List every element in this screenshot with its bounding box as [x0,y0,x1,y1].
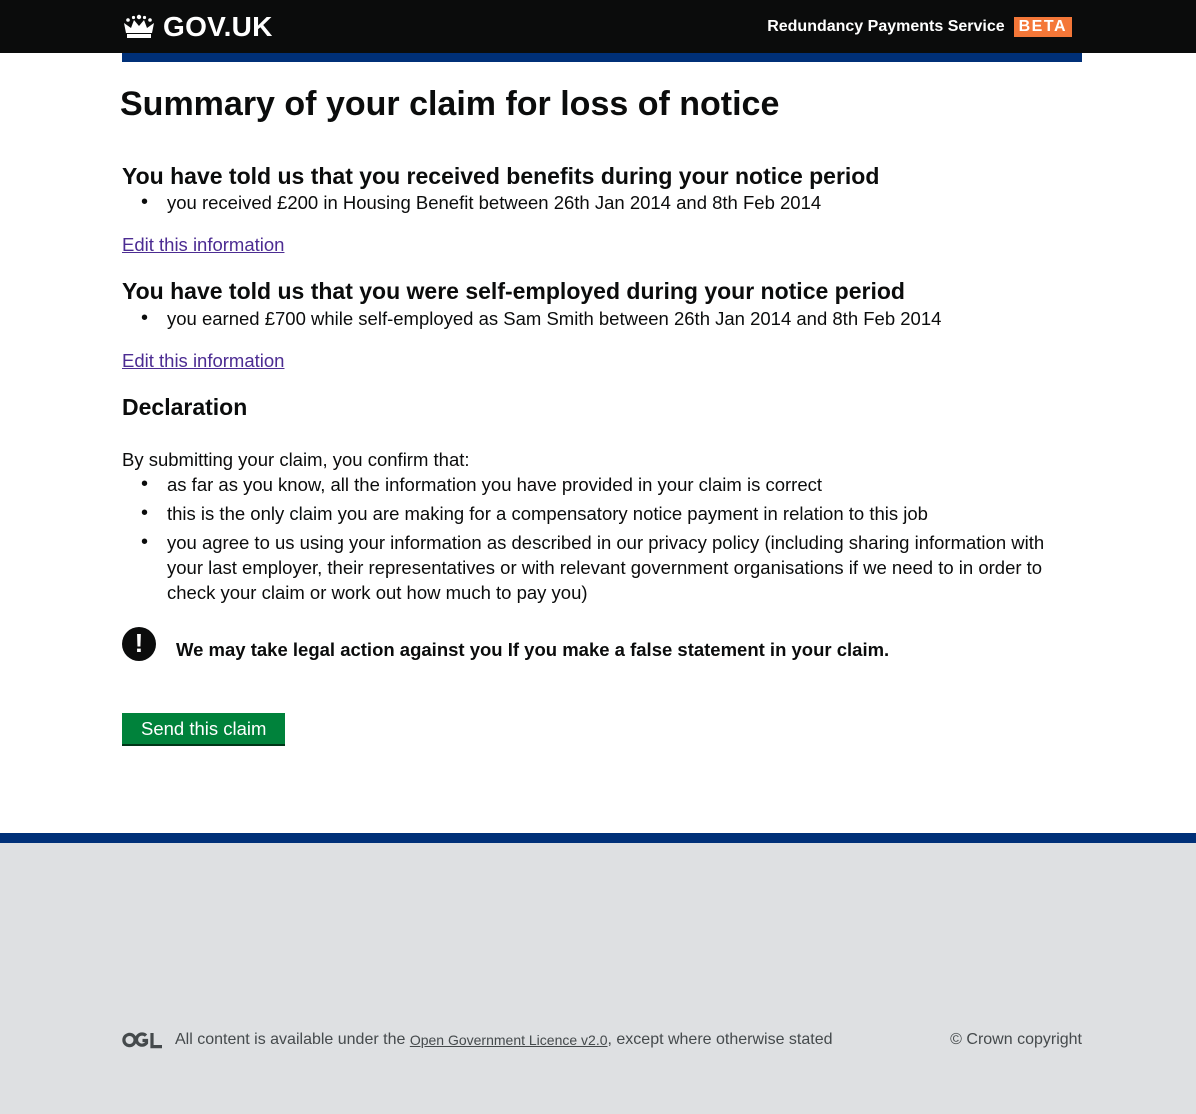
licence-link[interactable]: Open Government Licence v2.0 [410,1032,608,1048]
logo-text: GOV.UK [163,10,273,42]
edit-benefits-link[interactable]: Edit this information [122,234,284,256]
list-item: you received £200 in Housing Benefit bet… [122,190,1082,215]
site-footer: All content is available under the Open … [0,833,1196,1114]
declaration-heading: Declaration [122,393,248,420]
list-item: you earned £700 while self-employed as S… [122,306,1082,331]
phase-tag: BETA [1013,16,1072,37]
declaration-list: as far as you know, all the information … [122,472,1082,605]
licence-info: All content is available under the Open … [122,1031,833,1049]
edit-self-employed-link[interactable]: Edit this information [122,350,284,372]
send-claim-button[interactable]: Send this claim [122,712,286,746]
list-item: you agree to us using your information a… [122,530,1082,605]
self-employed-heading: You have told us that you were self-empl… [122,278,905,305]
ogl-icon [122,1032,162,1049]
warning-icon: ! [122,626,156,661]
benefits-heading: You have told us that you received benef… [122,162,880,189]
list-item: this is the only claim you are making fo… [122,501,1082,526]
crown-icon [124,14,154,38]
copyright-link[interactable]: © Crown copyright [950,1031,1082,1049]
benefits-list: you received £200 in Housing Benefit bet… [122,190,1082,215]
govuk-logo-link[interactable]: GOV.UK [122,11,273,43]
warning-text: We may take legal action against you If … [176,638,890,660]
page-title: Summary of your claim for loss of notice [120,85,780,123]
service-name[interactable]: Redundancy Payments Service [767,18,1004,36]
main-content: Summary of your claim for loss of notice… [120,62,1082,746]
licence-prefix: All content is available under the [175,1031,406,1048]
warning-notice: ! We may take legal action against you I… [122,626,1082,661]
service-name-area: Redundancy Payments Service BETA [767,16,1072,37]
list-item: as far as you know, all the information … [122,472,1082,497]
declaration-intro: By submitting your claim, you confirm th… [122,448,470,470]
header-accent-bar [122,53,1082,62]
licence-suffix: , except where otherwise stated [607,1031,833,1048]
self-employed-list: you earned £700 while self-employed as S… [122,306,1082,331]
site-header: GOV.UK Redundancy Payments Service BETA [0,0,1196,53]
